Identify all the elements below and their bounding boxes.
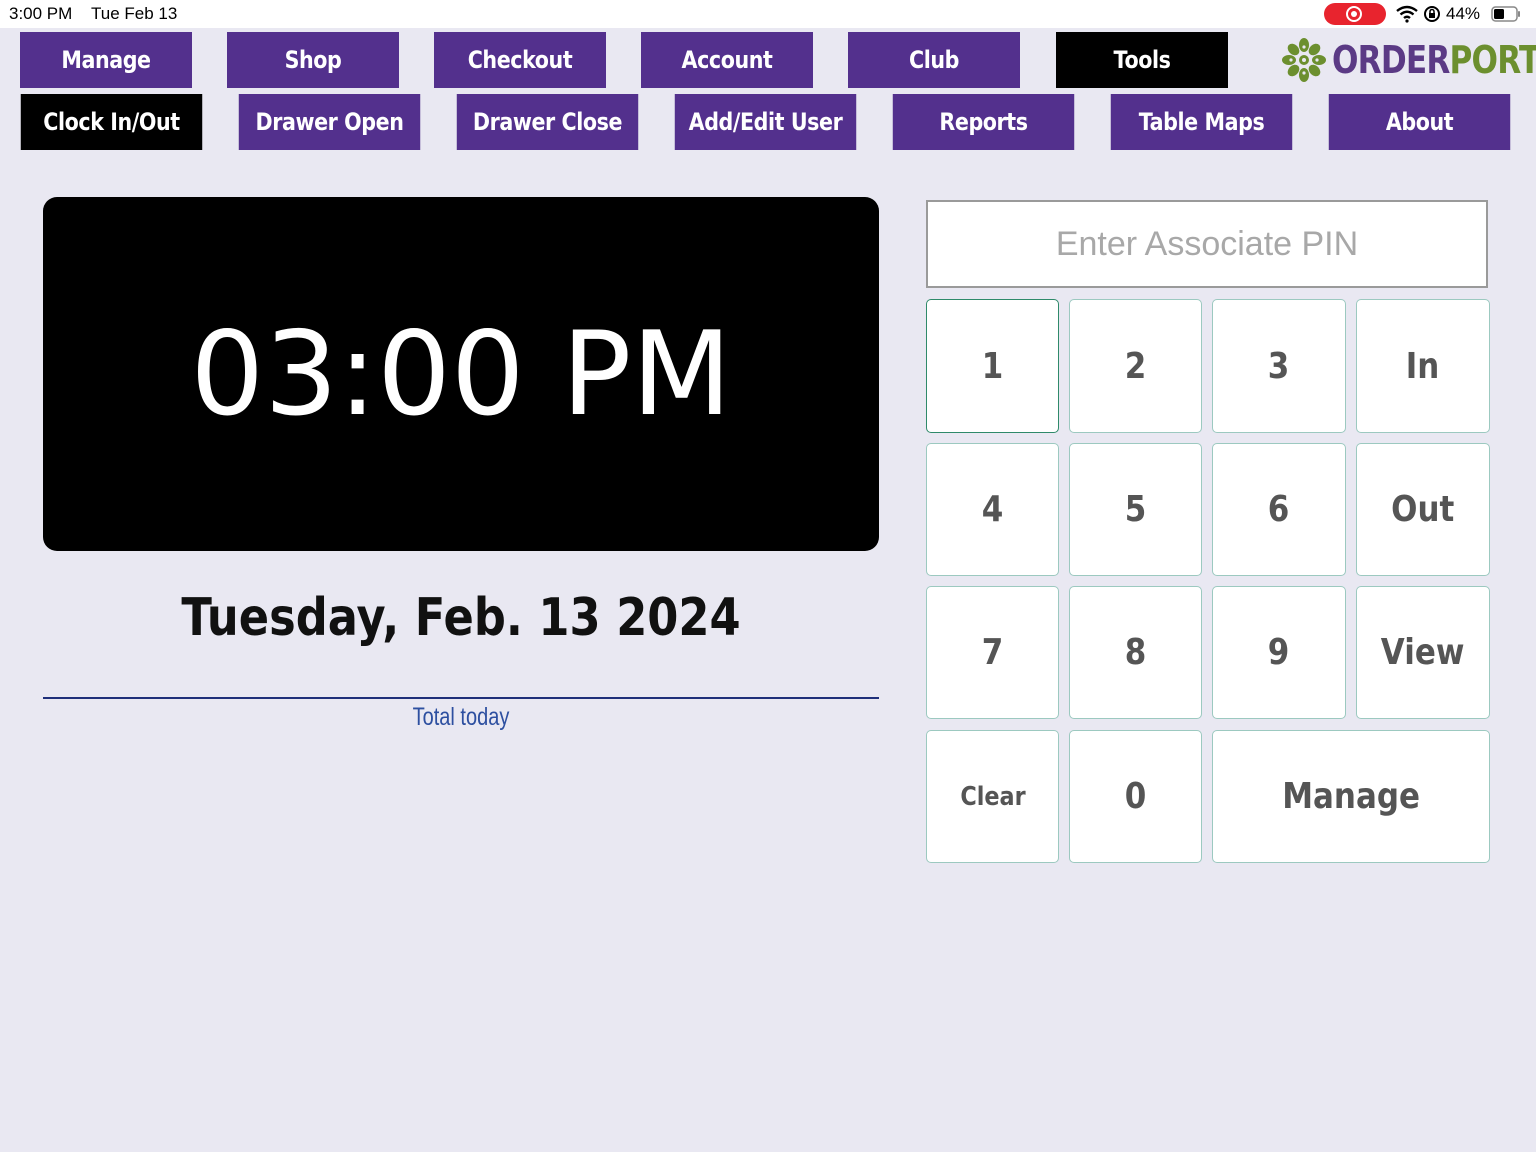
- tab-manage[interactable]: Manage: [20, 32, 192, 88]
- key-4-label: 4: [981, 489, 1004, 530]
- logo-wordmark: ORDERPORT: [1332, 38, 1536, 82]
- status-time: 3:00 PM: [9, 4, 73, 23]
- key-6[interactable]: 6: [1212, 443, 1346, 576]
- battery-icon: [1491, 6, 1520, 22]
- associate-pin-input[interactable]: [926, 200, 1488, 288]
- tab-tools[interactable]: Tools: [1056, 32, 1228, 88]
- key-5[interactable]: 5: [1069, 443, 1202, 576]
- wifi-icon: [1396, 5, 1418, 23]
- clock-display: 03:00 PM: [43, 197, 879, 551]
- subtab-table-maps[interactable]: Table Maps: [1110, 94, 1293, 150]
- key-2[interactable]: 2: [1069, 299, 1202, 433]
- clock-out-label: Out: [1391, 489, 1455, 530]
- view-label: View: [1381, 632, 1465, 673]
- tab-account[interactable]: Account: [641, 32, 813, 88]
- subtab-clock-in-out[interactable]: Clock In/Out: [20, 94, 203, 150]
- manage-label: Manage: [1282, 776, 1420, 817]
- logo-order-text: ORDER: [1332, 38, 1450, 82]
- clear-button[interactable]: Clear: [926, 730, 1059, 863]
- subtab-about[interactable]: About: [1328, 94, 1511, 150]
- battery-percent: 44%: [1446, 4, 1481, 23]
- key-3[interactable]: 3: [1212, 299, 1346, 433]
- clear-label: Clear: [959, 781, 1026, 812]
- key-8[interactable]: 8: [1069, 586, 1202, 719]
- key-8-label: 8: [1124, 632, 1147, 673]
- subtab-drawer-open[interactable]: Drawer Open: [238, 94, 421, 150]
- key-0-label: 0: [1124, 776, 1147, 817]
- key-3-label: 3: [1268, 345, 1290, 387]
- key-5-label: 5: [1124, 489, 1147, 530]
- rotation-lock-icon: [1424, 6, 1440, 22]
- logo-port-text: PORT: [1449, 38, 1536, 82]
- key-4[interactable]: 4: [926, 443, 1059, 576]
- status-date: Tue Feb 13: [91, 4, 178, 23]
- flower-logo-icon: [1282, 38, 1326, 82]
- clock-in-button[interactable]: In: [1356, 299, 1490, 433]
- manage-button[interactable]: Manage: [1212, 730, 1490, 863]
- tab-club[interactable]: Club: [848, 32, 1020, 88]
- tab-shop[interactable]: Shop: [227, 32, 399, 88]
- subtab-reports[interactable]: Reports: [892, 94, 1075, 150]
- clock-time: 03:00 PM: [190, 306, 732, 442]
- view-button[interactable]: View: [1356, 586, 1490, 719]
- subtab-add-edit-user[interactable]: Add/Edit User: [674, 94, 857, 150]
- status-bar: 3:00 PM Tue Feb 13 44%: [0, 0, 1536, 28]
- orderport-logo: ORDERPORT: [1280, 34, 1536, 86]
- key-7-label: 7: [981, 632, 1004, 673]
- tab-checkout[interactable]: Checkout: [434, 32, 606, 88]
- total-today-label: Total today: [412, 703, 510, 731]
- key-0[interactable]: 0: [1069, 730, 1202, 863]
- clock-in-label: In: [1406, 345, 1440, 387]
- clock-date: Tuesday, Feb. 13 2024: [181, 588, 741, 648]
- key-6-label: 6: [1268, 489, 1290, 530]
- key-9[interactable]: 9: [1212, 586, 1346, 719]
- key-1-label: 1: [981, 345, 1004, 387]
- key-9-label: 9: [1268, 632, 1290, 673]
- subtab-drawer-close[interactable]: Drawer Close: [456, 94, 639, 150]
- clock-out-button[interactable]: Out: [1356, 443, 1490, 576]
- key-1[interactable]: 1: [926, 299, 1059, 433]
- divider: [43, 697, 879, 699]
- screen-record-icon[interactable]: [1324, 3, 1386, 25]
- key-2-label: 2: [1124, 345, 1147, 387]
- key-7[interactable]: 7: [926, 586, 1059, 719]
